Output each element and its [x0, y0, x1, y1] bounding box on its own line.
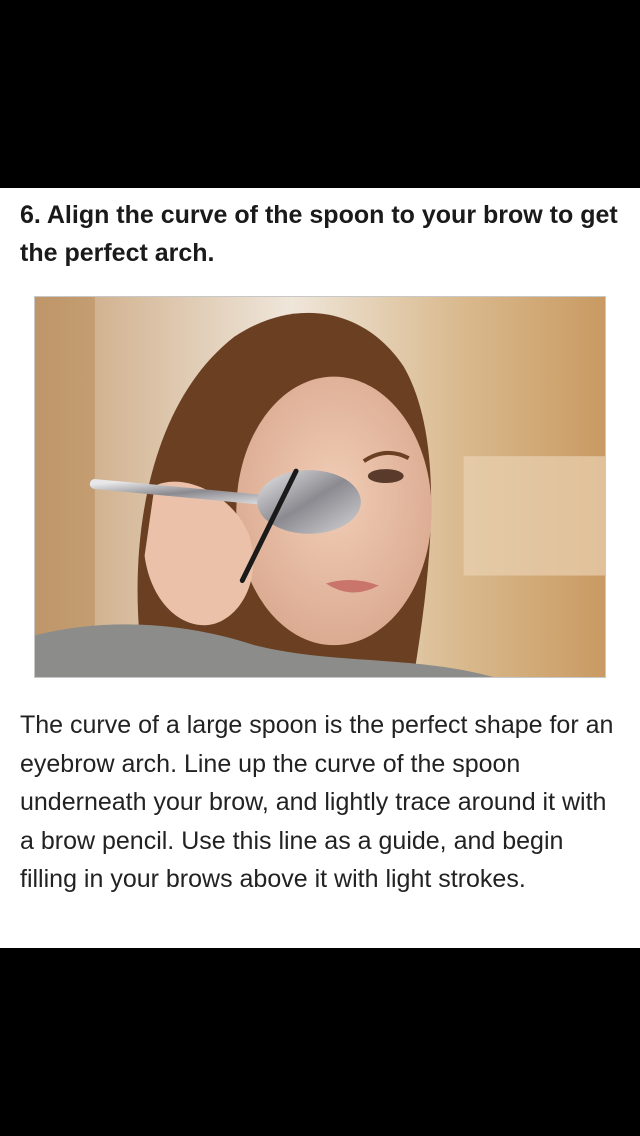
bottom-black-bar	[0, 948, 640, 1136]
pin-content-card: 6. Align the curve of the spoon to your …	[0, 188, 640, 948]
tutorial-photo[interactable]	[34, 296, 606, 678]
photo-woman-spoon-icon	[35, 297, 605, 677]
tip-description: The curve of a large spoon is the perfec…	[20, 711, 614, 893]
step-title: 6. Align the curve of the spoon to your …	[20, 201, 618, 267]
top-black-bar	[0, 0, 640, 188]
